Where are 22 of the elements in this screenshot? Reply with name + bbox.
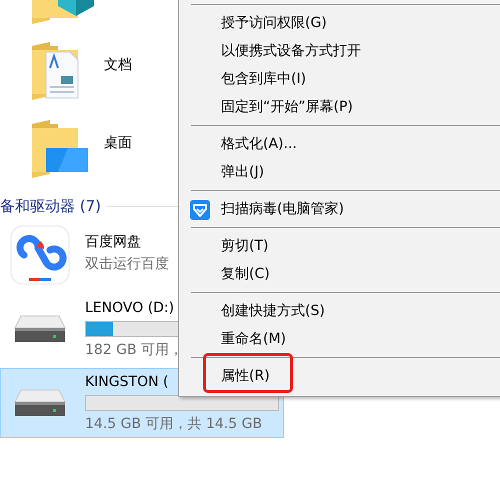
folder-name[interactable]: 文档 (104, 56, 132, 74)
cloud-app-icon (10, 225, 70, 285)
drive-icon (13, 388, 67, 418)
folder-name[interactable]: 桌面 (104, 134, 132, 152)
menu-item[interactable]: 固定到“开始”屏幕(P) (179, 93, 500, 121)
menu-item[interactable]: 扫描病毒(电脑管家) (179, 195, 500, 223)
menu-item[interactable]: 格式化(A)... (179, 130, 500, 158)
drive-name: LENOVO (D:) (85, 299, 174, 317)
drive-name: KINGSTON ( (85, 373, 168, 391)
drive-detail: 14.5 GB 可用，共 14.5 GB (85, 415, 262, 433)
section-header[interactable]: 备和驱动器 (7) (0, 196, 102, 216)
menu-item[interactable]: 创建快捷方式(S) (179, 297, 500, 325)
menu-item[interactable]: 包含到库中(I) (179, 65, 500, 93)
drive-icon (13, 314, 67, 344)
menu-item[interactable]: 授予访问权限(G) (179, 9, 500, 37)
shield-icon (190, 200, 210, 220)
menu-item[interactable]: 剪切(T) (179, 232, 500, 260)
drive-detail: 双击运行百度 (85, 255, 169, 273)
menu-item[interactable]: 复制(C) (179, 260, 500, 288)
menu-item[interactable]: 以便携式设备方式打开 (179, 37, 500, 65)
menu-item[interactable]: 弹出(J) (179, 158, 500, 186)
drive-name: 百度网盘 (85, 233, 141, 251)
